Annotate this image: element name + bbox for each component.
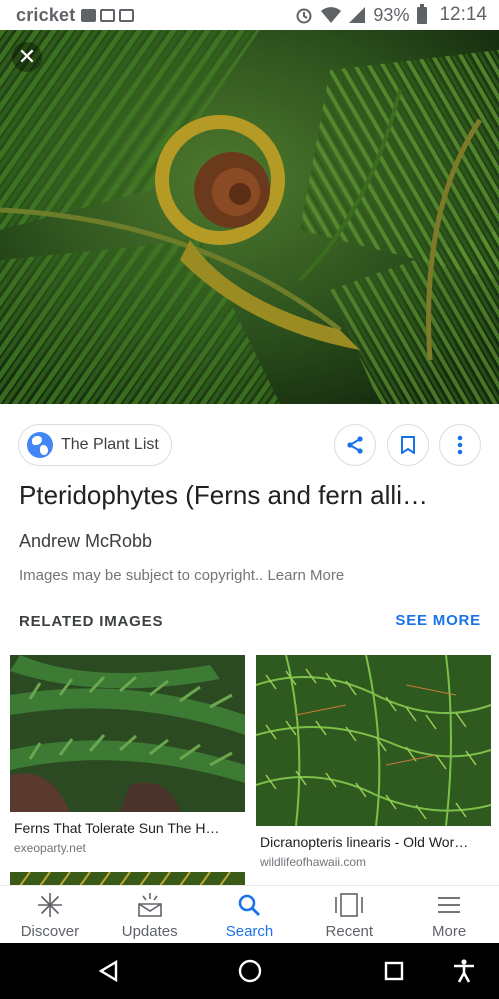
image-notification-icon <box>81 8 97 22</box>
nav-label: Search <box>225 923 274 940</box>
battery-percent: 93% <box>373 4 410 25</box>
wifi-icon <box>321 7 342 23</box>
globe-icon <box>27 432 53 458</box>
bottom-navigation: Discover Updates Search Recent More <box>0 885 499 943</box>
result-title[interactable]: Pteridophytes (Ferns and fern alli… <box>19 480 484 511</box>
signal-icon <box>349 7 366 23</box>
save-button[interactable] <box>387 424 429 466</box>
fern-hero-image[interactable]: ✕ <box>0 30 499 404</box>
nav-more[interactable]: More <box>399 886 499 943</box>
updates-icon <box>137 892 163 918</box>
recent-icon <box>335 892 364 918</box>
overview-button[interactable] <box>364 943 424 999</box>
notification-icons <box>81 8 135 22</box>
home-button[interactable] <box>220 943 280 999</box>
result-author: Andrew McRobb <box>19 531 153 551</box>
more-vert-icon <box>457 435 463 455</box>
related-image-title: Ferns That Tolerate Sun The H… <box>14 820 220 836</box>
nav-label: More <box>431 923 467 940</box>
status-bar: cricket 93% 12:14 <box>0 0 499 30</box>
alarm-icon <box>296 8 312 24</box>
menu-icon <box>437 892 461 918</box>
nav-label: Discover <box>20 923 80 940</box>
search-icon <box>237 892 261 918</box>
related-images-heading: RELATED IMAGES <box>19 613 164 630</box>
related-image-site: exeoparty.net <box>14 841 86 855</box>
window-notification-icon <box>119 8 135 22</box>
see-more-link[interactable]: SEE MORE <box>395 612 481 629</box>
system-navigation-bar <box>0 943 499 999</box>
fern-illustration <box>0 30 499 404</box>
related-image-thumbnail-partial[interactable] <box>10 872 245 886</box>
source-chip[interactable]: The Plant List <box>18 424 172 466</box>
nav-recent[interactable]: Recent <box>299 886 399 943</box>
source-label: The Plant List <box>61 436 159 453</box>
nav-label: Updates <box>121 923 178 940</box>
accessibility-icon <box>454 959 474 983</box>
system-status: 93% 12:14 <box>295 3 487 26</box>
gallery-notification-icon <box>100 8 116 22</box>
related-image-title: Dicranopteris linearis - Old Wor… <box>260 834 469 850</box>
related-image-thumbnail <box>10 655 245 812</box>
nav-label: Recent <box>325 923 374 940</box>
clock: 12:14 <box>439 4 487 25</box>
accessibility-button[interactable] <box>434 943 494 999</box>
home-circle-icon <box>238 959 262 983</box>
close-icon: ✕ <box>17 44 37 69</box>
nav-discover[interactable]: Discover <box>0 886 100 943</box>
back-button[interactable] <box>78 943 138 999</box>
related-image-card[interactable]: Dicranopteris linearis - Old Wor… wildli… <box>256 655 491 870</box>
nav-updates[interactable]: Updates <box>100 886 200 943</box>
discover-icon <box>37 892 63 918</box>
copyright-notice[interactable]: Images may be subject to copyright.. Lea… <box>19 567 344 584</box>
battery-icon <box>417 3 428 24</box>
related-image-site: wildlifeofhawaii.com <box>260 855 367 869</box>
overview-square-icon <box>384 961 404 981</box>
related-image-thumbnail <box>256 655 491 826</box>
back-triangle-icon <box>98 960 118 982</box>
related-image-card[interactable]: Ferns That Tolerate Sun The H… exeoparty… <box>10 655 245 855</box>
carrier-name: cricket <box>16 4 76 25</box>
nav-search[interactable]: Search <box>200 886 300 943</box>
bookmark-icon <box>401 436 415 454</box>
more-options-button[interactable] <box>439 424 481 466</box>
share-icon <box>347 436 363 454</box>
share-button[interactable] <box>334 424 376 466</box>
close-button[interactable]: ✕ <box>12 42 42 72</box>
